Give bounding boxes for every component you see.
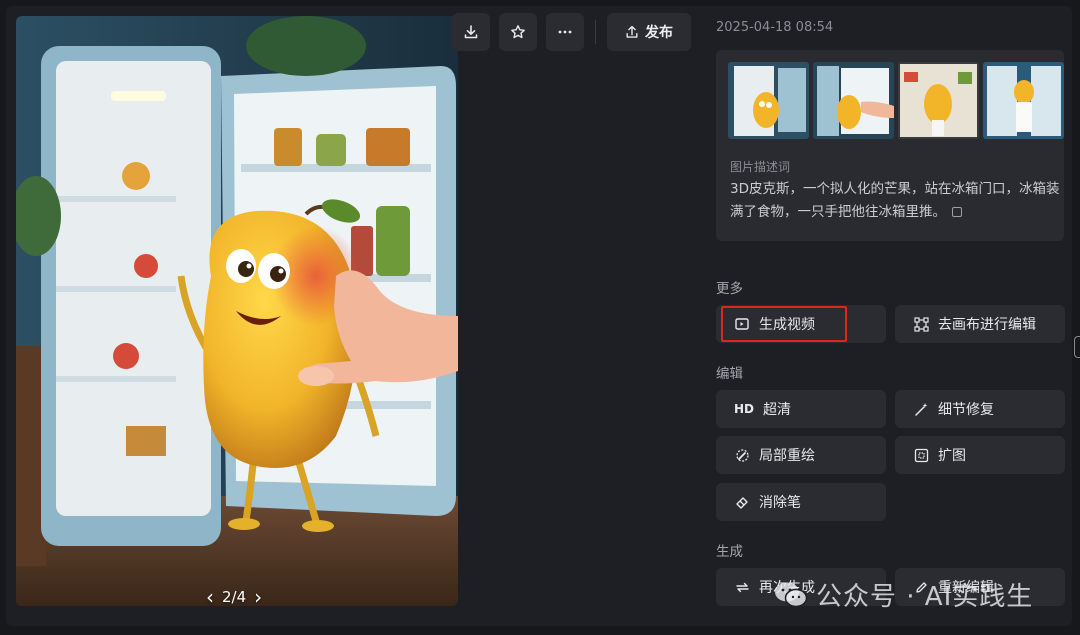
app-frame: ‹ 2/4 › 发布 2025-04-18 08:54 图片描述词 3D皮克斯，…	[0, 0, 1080, 635]
created-timestamp: 2025-04-18 08:54	[716, 20, 834, 35]
more-button[interactable]	[546, 13, 584, 51]
prompt-text: 3D皮克斯，一个拟人化的芒果，站在冰箱门口，冰箱装满了食物，一只手把他往冰箱里推…	[730, 178, 1060, 224]
section-generate: 生成	[716, 544, 743, 560]
download-icon	[464, 25, 478, 39]
eraser-label: 消除笔	[759, 495, 801, 511]
hd-label: 超清	[763, 402, 792, 418]
more-icon	[558, 30, 572, 34]
thumbnail-image	[813, 62, 894, 139]
highlight-box	[721, 306, 847, 342]
detail-fix-label: 细节修复	[938, 402, 994, 418]
thumbnail-1[interactable]	[728, 62, 809, 139]
image-pager: ‹ 2/4 ›	[206, 587, 262, 606]
thumbnail-image	[728, 62, 809, 139]
prompt-content: 3D皮克斯，一个拟人化的芒果，站在冰箱门口，冰箱装满了食物，一只手把他往冰箱里推…	[730, 181, 1060, 220]
watermark-text: 公众号 · AI实践生	[816, 582, 1034, 612]
eraser-button[interactable]: 消除笔	[716, 483, 886, 521]
favorite-button[interactable]	[499, 13, 537, 51]
thumbnail-3[interactable]	[898, 62, 979, 139]
expand-icon	[913, 447, 929, 463]
image-detail-panel: ‹ 2/4 › 发布 2025-04-18 08:54 图片描述词 3D皮克斯，…	[6, 6, 1072, 626]
thumbnail-4[interactable]	[983, 62, 1064, 139]
prompt-label: 图片描述词	[730, 160, 791, 174]
download-button[interactable]	[452, 13, 490, 51]
canvas-edit-button[interactable]: 去画布进行编辑	[895, 305, 1065, 343]
hd-icon: HD	[734, 402, 755, 416]
eraser-icon	[734, 494, 750, 510]
partial-repaint-label: 局部重绘	[759, 448, 815, 464]
thumbnail-2[interactable]	[813, 62, 894, 139]
upload-icon	[626, 25, 638, 38]
watermark: 公众号 · AI实践生	[774, 576, 1033, 613]
expand-label: 扩图	[938, 448, 966, 464]
publish-button[interactable]: 发布	[607, 13, 691, 51]
image-toolbar: 发布	[452, 13, 691, 51]
pager-count: 2/4	[222, 588, 247, 606]
partial-repaint-button[interactable]: 局部重绘	[716, 436, 886, 474]
main-image[interactable]: ‹ 2/4 ›	[16, 16, 458, 606]
star-icon	[511, 25, 525, 39]
detail-fix-button[interactable]: 细节修复	[895, 390, 1065, 428]
canvas-icon	[913, 316, 929, 332]
variations-card: 图片描述词 3D皮克斯，一个拟人化的芒果，站在冰箱门口，冰箱装满了食物，一只手把…	[716, 50, 1064, 241]
side-handle[interactable]	[1074, 336, 1080, 358]
toolbar-divider	[595, 20, 596, 44]
copy-icon[interactable]	[952, 207, 962, 217]
section-edit: 编辑	[716, 366, 743, 382]
refresh-icon	[734, 579, 750, 595]
brush-icon	[734, 447, 750, 463]
hd-button[interactable]: HD 超清	[716, 390, 886, 428]
wechat-logo-icon	[775, 582, 808, 607]
magic-wand-icon	[913, 401, 929, 417]
expand-button[interactable]: 扩图	[895, 436, 1065, 474]
thumbnail-image	[983, 62, 1064, 139]
canvas-edit-label: 去画布进行编辑	[938, 317, 1036, 333]
publish-label: 发布	[645, 25, 673, 41]
mango-fridge-illustration	[16, 16, 458, 606]
thumbnail-image	[898, 62, 979, 139]
prev-image-icon[interactable]: ‹	[206, 587, 214, 606]
thumbnail-row	[728, 62, 1064, 139]
next-image-icon[interactable]: ›	[254, 587, 262, 606]
section-more: 更多	[716, 281, 743, 297]
